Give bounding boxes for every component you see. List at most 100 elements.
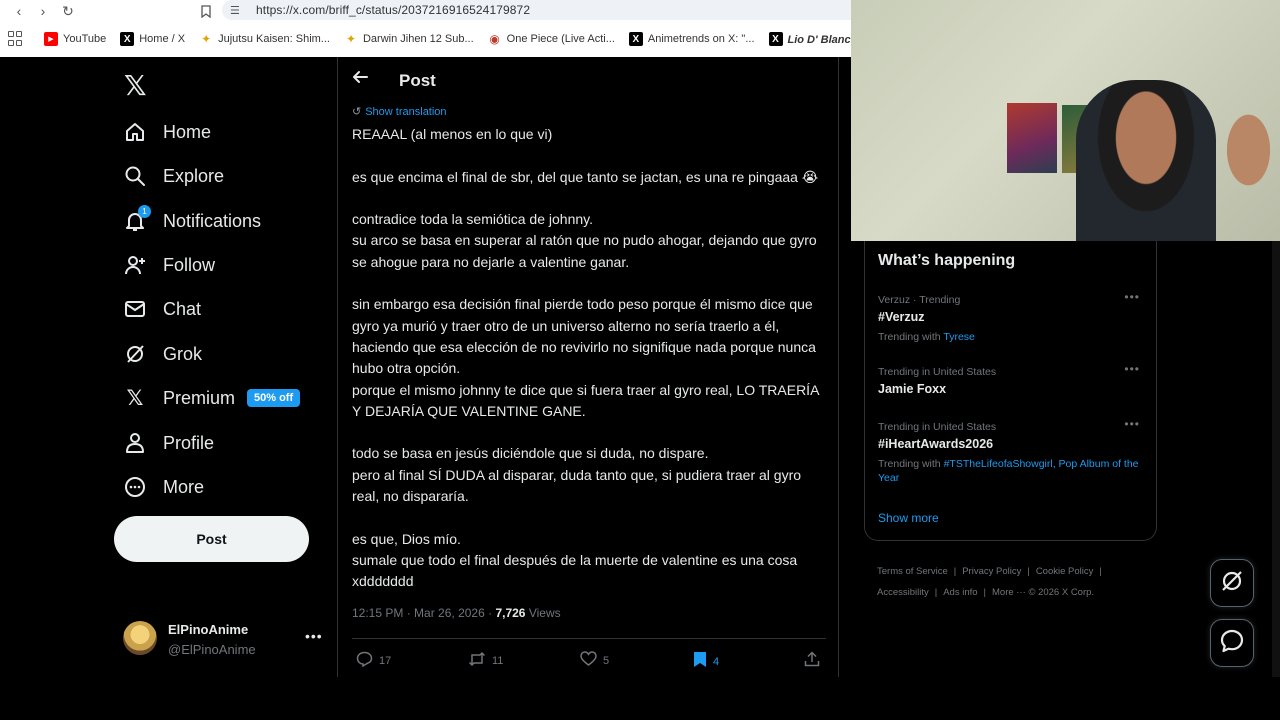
- add-user-icon: [124, 254, 146, 276]
- footer-link[interactable]: Ads info: [943, 587, 977, 598]
- copyright: © 2026 X Corp.: [1028, 587, 1095, 598]
- divider: [352, 638, 826, 639]
- account-handle: @ElPinoAnime: [168, 642, 256, 657]
- post-button[interactable]: Post: [114, 516, 309, 562]
- x-logo-icon: X: [120, 32, 135, 46]
- avatar: [123, 621, 157, 655]
- bookmark-button[interactable]: 4: [693, 651, 719, 672]
- footer-link[interactable]: Privacy Policy: [962, 566, 1021, 577]
- bookmark-jujutsu[interactable]: ✦ Jujutsu Kaisen: Shim...: [199, 32, 330, 46]
- trend-item[interactable]: Trending in United States Jamie Foxx •••: [878, 362, 1148, 396]
- post-line: su arco se basa en superar al ratón que …: [352, 232, 821, 270]
- post-line: sin embargo esa decisión final pierde to…: [352, 296, 820, 377]
- trend-item[interactable]: Verzuz · Trending #Verzuz Trending with …: [878, 290, 1148, 344]
- address-row: ‹ › ↻ ☰ https://x.com/briff_c/status/203…: [0, 0, 851, 22]
- post-date[interactable]: Mar 26, 2026: [414, 606, 485, 620]
- bookmark-darwin[interactable]: ✦ Darwin Jihen 12 Sub...: [344, 32, 474, 46]
- repost-icon: [468, 651, 486, 671]
- url-text: https://x.com/briff_c/status/20372169165…: [256, 3, 531, 17]
- streamer-hand-image: [1221, 105, 1276, 195]
- bookmark-one-piece[interactable]: ◉ One Piece (Live Acti...: [488, 32, 614, 46]
- sidebar-item-chat[interactable]: Chat: [124, 294, 201, 324]
- whats-happening-panel: What’s happening Verzuz · Trending #Verz…: [864, 241, 1157, 541]
- more-dots-icon[interactable]: •••: [1124, 362, 1140, 376]
- browser-back-icon[interactable]: ‹: [8, 2, 30, 20]
- sidebar-item-home[interactable]: Home: [124, 117, 211, 147]
- post-header: Post: [338, 57, 838, 107]
- bookmark-youtube[interactable]: ▶ YouTube: [44, 32, 106, 46]
- one-piece-icon: ◉: [489, 32, 500, 46]
- footer-more-link[interactable]: More ···: [992, 587, 1026, 598]
- post-detail-column: Post ↺ Show translation REAAAL (al menos…: [337, 57, 839, 677]
- person-icon: [124, 432, 146, 454]
- account-switcher[interactable]: ElPinoAnime @ElPinoAnime •••: [123, 620, 323, 660]
- heart-icon: [580, 651, 597, 670]
- sidebar-item-more[interactable]: More: [124, 472, 204, 502]
- translate-icon: ↺: [352, 106, 362, 118]
- sidebar-item-premium[interactable]: 𝕏 Premium 50% off: [124, 383, 301, 413]
- x-logo-icon[interactable]: 𝕏: [124, 69, 147, 102]
- post-line: [352, 273, 828, 294]
- post-time[interactable]: 12:15 PM: [352, 606, 403, 620]
- panel-title: What’s happening: [878, 252, 1016, 269]
- apps-grid-icon[interactable]: [8, 31, 22, 47]
- post-line: todo se basa en jesús diciéndole que si …: [352, 445, 709, 462]
- grok-icon: [124, 343, 146, 365]
- notification-badge: 1: [138, 205, 151, 218]
- sidebar-item-profile[interactable]: Profile: [124, 428, 214, 458]
- more-dots-icon[interactable]: •••: [1124, 417, 1140, 431]
- reply-icon: [356, 651, 373, 671]
- browser-chrome: ‹ › ↻ ☰ https://x.com/briff_c/status/203…: [0, 0, 851, 57]
- more-dots-icon[interactable]: •••: [305, 628, 323, 644]
- bookmark-filled-icon: [693, 651, 707, 672]
- like-button[interactable]: 5: [580, 651, 609, 670]
- footer-links: Terms of Service | Privacy Policy | Cookie P…: [877, 566, 1102, 598]
- post-line: porque el mismo johnny te dice que si fu…: [352, 381, 823, 419]
- post-line: [352, 507, 828, 528]
- post-line: [352, 422, 828, 443]
- sidebar-item-follow[interactable]: Follow: [124, 250, 215, 280]
- post-line: [352, 188, 828, 209]
- share-icon: [804, 651, 820, 671]
- repost-button[interactable]: 11: [468, 651, 503, 671]
- footer-link[interactable]: Terms of Service: [877, 566, 948, 577]
- sidebar-item-explore[interactable]: Explore: [124, 161, 224, 191]
- share-button[interactable]: [804, 651, 826, 671]
- browser-forward-icon[interactable]: ›: [32, 2, 54, 20]
- sidebar-item-notifications[interactable]: 1 Notifications: [124, 205, 261, 236]
- footer-link[interactable]: Cookie Policy: [1036, 566, 1094, 577]
- left-sidebar: 𝕏 Home Explore 1 Notifications Follow Ch…: [0, 57, 337, 720]
- show-more-link[interactable]: Show more: [878, 511, 939, 525]
- star-icon: ✦: [201, 32, 212, 46]
- bookmark-star-icon[interactable]: [195, 2, 217, 20]
- chat-floating-button[interactable]: [1210, 619, 1254, 667]
- home-icon: [124, 121, 146, 143]
- x-logo-icon: 𝕏: [126, 386, 144, 410]
- premium-promo-badge: 50% off: [247, 389, 301, 407]
- site-settings-icon[interactable]: ☰: [230, 4, 248, 17]
- x-logo-icon: X: [768, 32, 783, 46]
- x-logo-icon: X: [628, 32, 643, 46]
- views-label: Views: [528, 606, 561, 620]
- page-scrollbar[interactable]: [1272, 241, 1280, 677]
- post-line: pero al final SÍ DUDA al disparar, duda …: [352, 466, 805, 505]
- show-translation-link[interactable]: ↺ Show translation: [352, 105, 447, 119]
- post-line: es que, Dios mío.: [352, 530, 461, 547]
- reply-button[interactable]: 17: [356, 651, 391, 671]
- post-line: contradice toda la semiótica de johnny.: [352, 211, 593, 228]
- bookmark-animetrends[interactable]: X Animetrends on X: "...: [628, 32, 755, 46]
- post-meta: 12:15 PM · Mar 26, 2026 · 7,726 Views: [352, 606, 561, 620]
- grok-floating-button[interactable]: [1210, 559, 1254, 607]
- post-line: es que encima el final de sbr, del que t…: [352, 168, 819, 185]
- url-bar[interactable]: ☰ https://x.com/briff_c/status/203721691…: [222, 0, 851, 20]
- back-arrow-icon[interactable]: [352, 69, 368, 90]
- footer-link[interactable]: Accessibility: [877, 587, 929, 598]
- more-dots-icon[interactable]: •••: [1124, 290, 1140, 304]
- bookmark-lio[interactable]: XLio D' Blanco 🏴‍☠️...: [768, 32, 851, 46]
- bookmark-home-x[interactable]: X Home / X: [120, 32, 185, 46]
- browser-reload-icon[interactable]: ↻: [57, 2, 79, 20]
- account-name: ElPinoAnime: [168, 622, 249, 637]
- sidebar-item-grok[interactable]: Grok: [124, 339, 202, 369]
- post-line: [352, 145, 828, 166]
- trend-item[interactable]: Trending in United States #iHeartAwards2…: [878, 417, 1148, 485]
